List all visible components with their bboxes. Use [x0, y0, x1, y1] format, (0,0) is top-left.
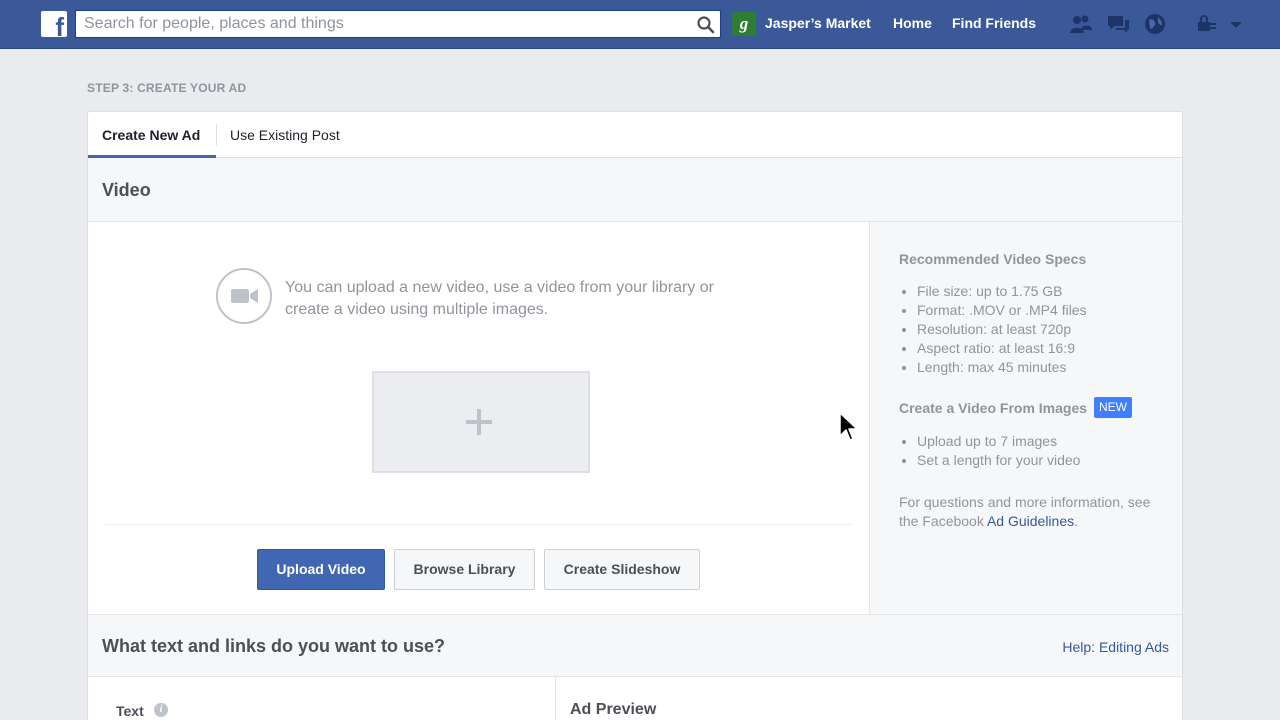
info-suffix: .	[1074, 513, 1079, 529]
page-name-link[interactable]: Jasper’s Market	[765, 15, 871, 31]
plus-icon	[466, 409, 492, 435]
upload-video-button[interactable]: Upload Video	[257, 549, 385, 590]
specs-heading: Recommended Video Specs	[899, 251, 1087, 267]
account-menu-chevron-icon[interactable]	[1226, 13, 1246, 35]
list-item: File size: up to 1.75 GB	[917, 282, 1087, 301]
new-badge: NEW	[1094, 397, 1132, 418]
messages-icon[interactable]	[1106, 13, 1130, 35]
list-item: Upload up to 7 images	[917, 432, 1080, 451]
mouse-cursor-icon	[839, 412, 858, 441]
search-input[interactable]	[84, 14, 684, 34]
text-field-label: Text	[116, 703, 144, 719]
friend-requests-icon[interactable]	[1069, 13, 1093, 35]
tab-create-new-ad[interactable]: Create New Ad	[88, 112, 216, 158]
tab-divider	[216, 124, 217, 146]
guidelines-info: For questions and more information, see …	[899, 493, 1169, 531]
facebook-logo[interactable]: f	[41, 11, 67, 40]
images-list: Upload up to 7 images Set a length for y…	[917, 432, 1080, 470]
text-links-heading: What text and links do you want to use?	[102, 636, 446, 656]
specs-list: File size: up to 1.75 GB Format: .MOV or…	[917, 282, 1087, 377]
search-bar	[75, 10, 721, 38]
privacy-shortcuts-icon[interactable]	[1195, 13, 1219, 35]
text-links-section-header: What text and links do you want to use? …	[88, 614, 1182, 677]
page-avatar[interactable]: g	[732, 12, 756, 36]
video-drop-zone[interactable]	[372, 371, 590, 473]
list-item: Format: .MOV or .MP4 files	[917, 301, 1087, 320]
tab-use-existing-post[interactable]: Use Existing Post	[230, 112, 340, 158]
browse-library-button[interactable]: Browse Library	[394, 549, 535, 590]
top-navigation-bar: f g Jasper’s Market Home Find Friends	[0, 0, 1280, 49]
video-heading: Video	[102, 180, 151, 200]
create-slideshow-button[interactable]: Create Slideshow	[544, 549, 700, 590]
search-icon[interactable]	[696, 15, 716, 35]
list-item: Resolution: at least 720p	[917, 320, 1087, 339]
section-divider	[105, 524, 851, 525]
info-icon[interactable]: i	[154, 703, 168, 717]
ad-guidelines-link[interactable]: Ad Guidelines	[987, 513, 1074, 529]
ad-preview-heading: Ad Preview	[570, 701, 657, 718]
video-section-header: Video	[88, 158, 1182, 222]
list-item: Aspect ratio: at least 16:9	[917, 339, 1087, 358]
help-editing-ads-link[interactable]: Help: Editing Ads	[1062, 639, 1169, 655]
ad-preview-pane: Ad Preview	[555, 677, 1182, 720]
upload-instructions: You can upload a new video, use a video …	[285, 279, 714, 318]
home-link[interactable]: Home	[893, 15, 932, 31]
video-specs-pane: Recommended Video Specs File size: up to…	[869, 222, 1182, 614]
ad-source-tabs: Create New Ad Use Existing Post	[88, 112, 1182, 158]
video-upload-pane: You can upload a new video, use a video …	[88, 222, 869, 614]
list-item: Set a length for your video	[917, 451, 1080, 470]
find-friends-link[interactable]: Find Friends	[952, 15, 1036, 31]
list-item: Length: max 45 minutes	[917, 358, 1087, 377]
notifications-icon[interactable]	[1143, 13, 1167, 35]
video-camera-icon	[216, 268, 272, 324]
video-from-images-heading: Create a Video From Images	[899, 400, 1088, 416]
create-ad-card: Create New Ad Use Existing Post Video Yo…	[87, 111, 1183, 720]
step-title: STEP 3: CREATE YOUR AD	[87, 81, 247, 95]
